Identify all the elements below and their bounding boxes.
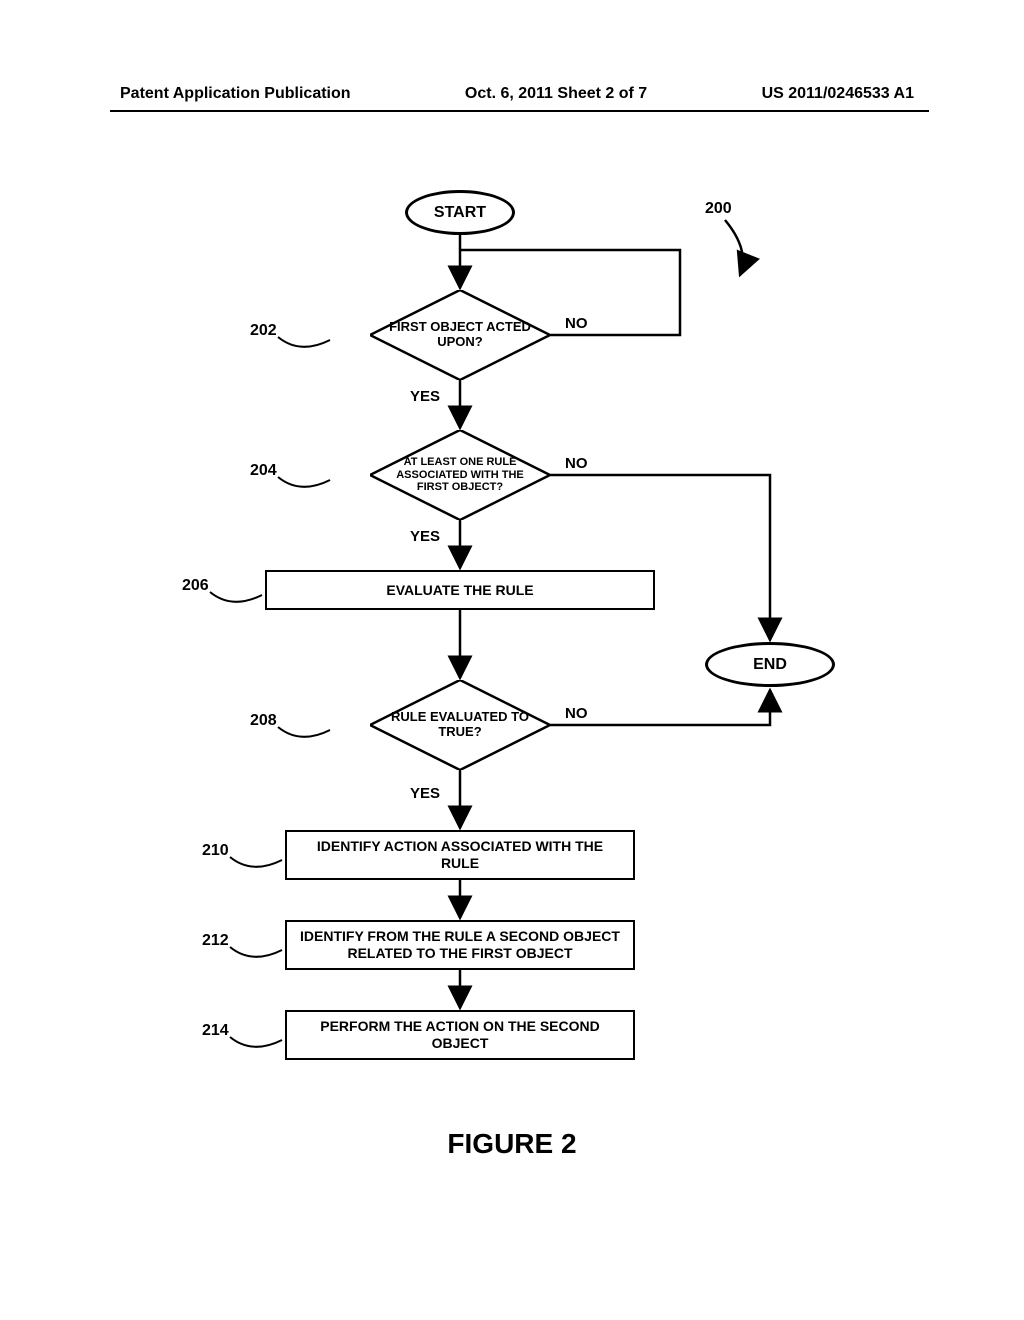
process-212: IDENTIFY FROM THE RULE A SECOND OBJECT R… — [285, 920, 635, 970]
yes-label-202: YES — [410, 388, 440, 405]
terminal-end: END — [705, 642, 835, 687]
process-210-label: IDENTIFY ACTION ASSOCIATED WITH THE RULE — [299, 838, 621, 872]
decision-208-label: RULE EVALUATED TO TRUE? — [370, 710, 550, 740]
yes-label-208: YES — [410, 785, 440, 802]
flowchart-canvas: START FIRST OBJECT ACTED UPON? YES NO 20… — [150, 180, 850, 1160]
no-label-202: NO — [565, 315, 588, 332]
ref-204: 204 — [250, 462, 277, 480]
terminal-end-label: END — [753, 656, 787, 674]
process-214: PERFORM THE ACTION ON THE SECOND OBJECT — [285, 1010, 635, 1060]
ref-208: 208 — [250, 712, 277, 730]
figure-title: FIGURE 2 — [0, 1128, 1024, 1160]
header-right: US 2011/0246533 A1 — [762, 85, 914, 103]
ref-214: 214 — [202, 1022, 229, 1040]
decision-202: FIRST OBJECT ACTED UPON? — [370, 290, 550, 380]
header-center: Oct. 6, 2011 Sheet 2 of 7 — [465, 85, 647, 103]
terminal-start-label: START — [434, 204, 486, 222]
ref-202: 202 — [250, 322, 277, 340]
terminal-start: START — [405, 190, 515, 235]
ref-206: 206 — [182, 577, 209, 595]
page-header: Patent Application Publication Oct. 6, 2… — [0, 85, 1024, 103]
ref-200: 200 — [705, 200, 732, 218]
decision-204: AT LEAST ONE RULE ASSOCIATED WITH THE FI… — [370, 430, 550, 520]
ref-210: 210 — [202, 842, 229, 860]
header-left: Patent Application Publication — [120, 85, 351, 103]
process-214-label: PERFORM THE ACTION ON THE SECOND OBJECT — [299, 1018, 621, 1052]
header-divider — [110, 110, 929, 112]
yes-label-204: YES — [410, 528, 440, 545]
ref-212: 212 — [202, 932, 229, 950]
process-212-label: IDENTIFY FROM THE RULE A SECOND OBJECT R… — [299, 928, 621, 962]
decision-204-label: AT LEAST ONE RULE ASSOCIATED WITH THE FI… — [370, 456, 550, 494]
decision-202-label: FIRST OBJECT ACTED UPON? — [370, 320, 550, 350]
no-label-208: NO — [565, 705, 588, 722]
process-206: EVALUATE THE RULE — [265, 570, 655, 610]
process-206-label: EVALUATE THE RULE — [386, 582, 533, 599]
no-label-204: NO — [565, 455, 588, 472]
decision-208: RULE EVALUATED TO TRUE? — [370, 680, 550, 770]
process-210: IDENTIFY ACTION ASSOCIATED WITH THE RULE — [285, 830, 635, 880]
